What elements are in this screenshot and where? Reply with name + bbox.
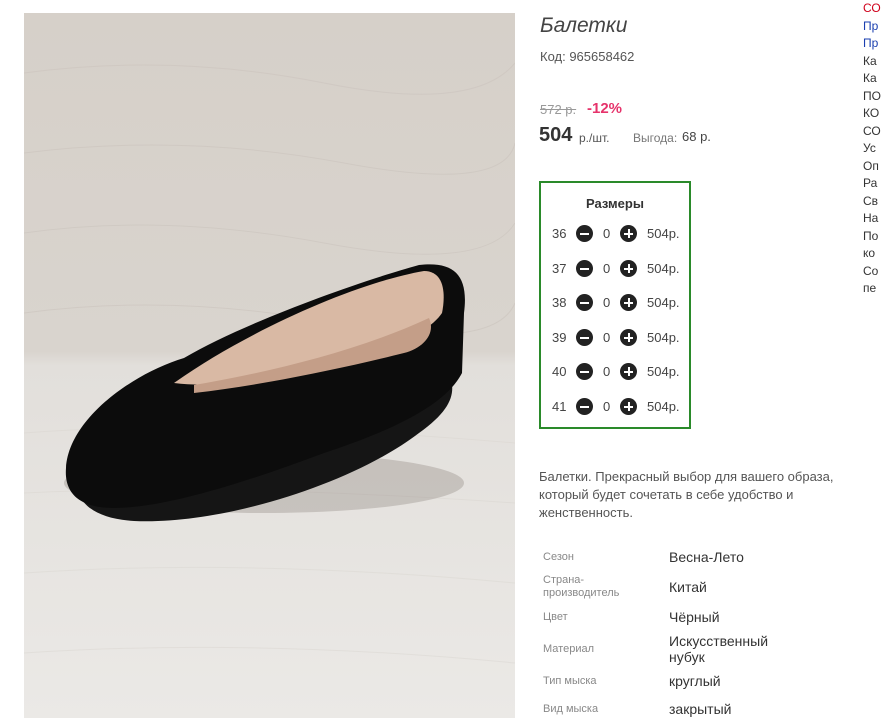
nav-link[interactable]: СО bbox=[863, 123, 881, 141]
nav-link[interactable]: По bbox=[863, 228, 881, 246]
minus-circle-icon[interactable] bbox=[576, 363, 593, 380]
quantity-value: 0 bbox=[603, 330, 611, 345]
nav-link[interactable]: Со bbox=[863, 263, 881, 281]
nav-link[interactable]: Ка bbox=[863, 70, 881, 88]
nav-link[interactable]: Ка bbox=[863, 53, 881, 71]
nav-link[interactable]: СО bbox=[863, 0, 881, 18]
product-code: Код: 965658462 bbox=[540, 49, 635, 64]
size-price: 504р. bbox=[647, 226, 680, 241]
current-price: 504 bbox=[539, 124, 573, 146]
sizes-panel: Размеры 36 0 504р. 37 0 504р. 38 0 504р.… bbox=[539, 181, 691, 429]
minus-circle-icon[interactable] bbox=[576, 294, 593, 311]
property-value: круглый bbox=[669, 673, 721, 689]
plus-circle-icon[interactable] bbox=[620, 363, 637, 380]
size-row: 36 0 504р. bbox=[541, 224, 689, 244]
nav-link[interactable]: Ра bbox=[863, 175, 881, 193]
property-value: Чёрный bbox=[669, 609, 720, 625]
property-label: Материал bbox=[543, 643, 594, 655]
benefit-label: Выгода: bbox=[633, 131, 678, 145]
size-label: 39 bbox=[552, 330, 567, 345]
nav-link[interactable]: Св bbox=[863, 193, 881, 211]
nav-link[interactable]: ко bbox=[863, 245, 881, 263]
property-value: Китай bbox=[669, 579, 707, 595]
shoe-image bbox=[24, 62, 515, 664]
size-price: 504р. bbox=[647, 364, 680, 379]
product-description: Балетки. Прекрасный выбор для вашего обр… bbox=[539, 469, 834, 520]
property-label: Страна-производитель bbox=[543, 574, 620, 599]
minus-circle-icon[interactable] bbox=[576, 329, 593, 346]
nav-link[interactable]: КО bbox=[863, 105, 881, 123]
plus-circle-icon[interactable] bbox=[620, 260, 637, 277]
size-label: 37 bbox=[552, 261, 567, 276]
price-unit: р./шт. bbox=[579, 131, 610, 145]
property-value: Искусственный нубук bbox=[669, 633, 769, 665]
nav-link[interactable]: Пр bbox=[863, 18, 881, 36]
size-price: 504р. bbox=[647, 399, 680, 414]
quantity-value: 0 bbox=[603, 399, 611, 414]
size-row: 41 0 504р. bbox=[541, 397, 689, 417]
nav-link[interactable]: Оп bbox=[863, 158, 881, 176]
product-title: Балетки bbox=[540, 14, 628, 37]
property-label: Сезон bbox=[543, 551, 574, 563]
nav-link[interactable]: Ус bbox=[863, 140, 881, 158]
size-row: 40 0 504р. bbox=[541, 362, 689, 382]
size-price: 504р. bbox=[647, 330, 680, 345]
minus-circle-icon[interactable] bbox=[576, 225, 593, 242]
sizes-title: Размеры bbox=[586, 196, 644, 211]
size-row: 37 0 504р. bbox=[541, 259, 689, 279]
old-price: 572 р. bbox=[540, 102, 577, 117]
right-sidebar-nav: СО Пр Пр Ка Ка ПО КО СО Ус Оп Ра Св На П… bbox=[863, 0, 881, 298]
minus-circle-icon[interactable] bbox=[576, 260, 593, 277]
minus-circle-icon[interactable] bbox=[576, 398, 593, 415]
discount-badge: -12% bbox=[587, 100, 623, 117]
size-label: 41 bbox=[552, 399, 567, 414]
quantity-value: 0 bbox=[603, 364, 611, 379]
plus-circle-icon[interactable] bbox=[620, 329, 637, 346]
property-label: Цвет bbox=[543, 611, 568, 623]
nav-link[interactable]: Пр bbox=[863, 35, 881, 53]
product-photo[interactable] bbox=[24, 13, 515, 718]
nav-link[interactable]: ПО bbox=[863, 88, 881, 106]
property-label: Тип мыска bbox=[543, 675, 597, 687]
plus-circle-icon[interactable] bbox=[620, 294, 637, 311]
size-label: 36 bbox=[552, 226, 567, 241]
plus-circle-icon[interactable] bbox=[620, 398, 637, 415]
quantity-value: 0 bbox=[603, 295, 611, 310]
quantity-value: 0 bbox=[603, 226, 611, 241]
benefit-value: 68 р. bbox=[682, 129, 711, 144]
size-row: 38 0 504р. bbox=[541, 293, 689, 313]
property-label: Вид мыска bbox=[543, 703, 599, 715]
size-price: 504р. bbox=[647, 261, 680, 276]
size-label: 40 bbox=[552, 364, 567, 379]
size-row: 39 0 504р. bbox=[541, 328, 689, 348]
size-price: 504р. bbox=[647, 295, 680, 310]
size-label: 38 bbox=[552, 295, 567, 310]
property-value: закрытый bbox=[669, 701, 732, 717]
quantity-value: 0 bbox=[603, 261, 611, 276]
property-value: Весна-Лето bbox=[669, 549, 744, 565]
plus-circle-icon[interactable] bbox=[620, 225, 637, 242]
nav-link[interactable]: пе bbox=[863, 280, 881, 298]
nav-link[interactable]: На bbox=[863, 210, 881, 228]
